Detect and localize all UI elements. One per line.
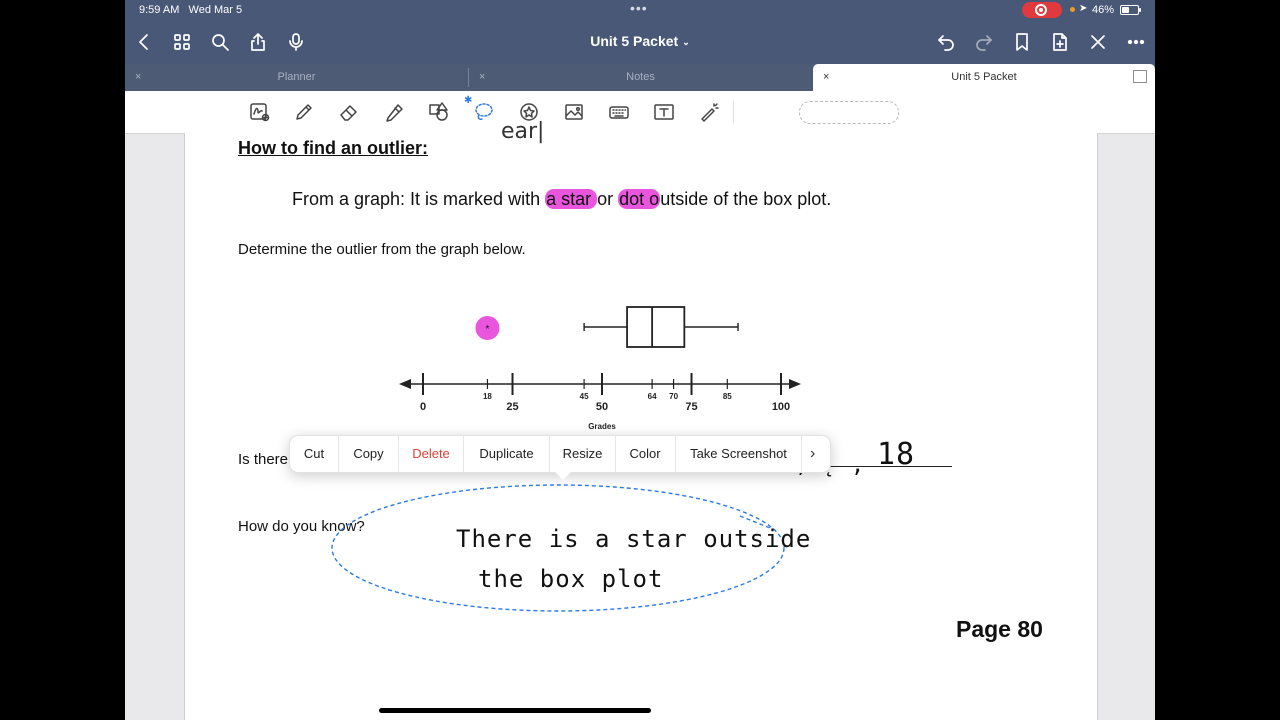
text-box-icon[interactable] xyxy=(651,100,677,124)
page-number: Page 80 xyxy=(956,616,1043,642)
highlighter-icon[interactable] xyxy=(381,100,407,124)
minor-tick-label: 18 xyxy=(483,392,492,401)
mic-in-use-indicator xyxy=(1070,7,1075,12)
menu-copy[interactable]: Copy xyxy=(339,436,398,472)
favorite-color-slot[interactable] xyxy=(799,101,899,124)
major-tick-label: 50 xyxy=(596,401,608,413)
menu-more-chevron-icon[interactable]: › xyxy=(810,436,815,472)
question-outlier: Is there xyxy=(238,451,289,468)
image-icon[interactable] xyxy=(561,100,587,124)
redo-icon[interactable] xyxy=(973,31,995,53)
prompt-line: Determine the outlier from the graph bel… xyxy=(238,241,526,258)
battery-icon xyxy=(1120,5,1141,15)
more-icon[interactable] xyxy=(1125,31,1147,53)
tab-planner[interactable]: × Planner xyxy=(125,64,468,91)
close-tab-icon[interactable]: × xyxy=(823,64,829,91)
screen-recording-indicator[interactable] xyxy=(1022,2,1062,18)
outlier-star: * xyxy=(485,324,489,335)
lasso-icon[interactable] xyxy=(471,100,497,124)
document-page[interactable]: ear| How to find an outlier: From a grap… xyxy=(184,119,1098,720)
menu-resize[interactable]: Resize xyxy=(550,436,615,472)
laser-pointer-icon[interactable] xyxy=(696,100,722,124)
shapes-icon[interactable] xyxy=(426,100,452,124)
menu-duplicate[interactable]: Duplicate xyxy=(464,436,549,472)
handwriting-fragment: ear| xyxy=(501,119,545,144)
close-tab-icon[interactable]: × xyxy=(479,64,485,91)
handwritten-note-line: the box plot xyxy=(478,565,664,593)
major-tick-label: 100 xyxy=(772,401,790,413)
pen-icon[interactable] xyxy=(291,100,317,124)
box-plot-chart: 0 25 50 75 100 18 45 64 70 85 Grades * xyxy=(399,306,801,431)
section-heading: How to find an outlier: xyxy=(238,138,428,158)
close-tab-icon[interactable]: × xyxy=(135,64,141,91)
bookmark-icon[interactable] xyxy=(1011,31,1033,53)
handwriting-icon[interactable] xyxy=(247,100,273,124)
x-axis-label: Grades xyxy=(588,422,616,431)
highlight: dot o xyxy=(618,189,661,209)
keyboard-icon[interactable] xyxy=(606,100,632,124)
lasso-context-menu: Cut Copy Delete Duplicate Resize Color T… xyxy=(289,435,831,480)
ipad-screen: 9:59 AM Wed Mar 5 ••• ➤ 46% Unit 5 Packe… xyxy=(125,0,1155,720)
menu-take-screenshot[interactable]: Take Screenshot xyxy=(676,436,801,472)
minor-tick-label: 85 xyxy=(723,392,732,401)
handwritten-note-line: There is a star outside xyxy=(456,525,812,553)
menu-caret xyxy=(554,471,572,480)
major-tick-label: 0 xyxy=(420,401,426,413)
multitasking-dots-icon[interactable]: ••• xyxy=(630,0,648,16)
add-page-icon[interactable] xyxy=(1049,31,1071,53)
axis-arrow-left xyxy=(399,379,411,389)
undo-icon[interactable] xyxy=(935,31,957,53)
eraser-icon[interactable] xyxy=(336,100,362,124)
minor-tick-label: 64 xyxy=(648,392,657,401)
home-indicator[interactable] xyxy=(379,708,651,713)
menu-delete[interactable]: Delete xyxy=(399,436,463,472)
menu-color[interactable]: Color xyxy=(616,436,674,472)
status-time: 9:59 AM Wed Mar 5 xyxy=(139,4,243,16)
highlight: a star xyxy=(545,189,598,209)
minor-tick-label: 70 xyxy=(669,392,678,401)
major-tick-label: 75 xyxy=(685,401,697,413)
box xyxy=(626,306,686,348)
top-bar: 9:59 AM Wed Mar 5 ••• ➤ 46% Unit 5 Packe… xyxy=(125,0,1155,64)
close-icon[interactable] xyxy=(1087,31,1109,53)
axis-arrow-right xyxy=(789,379,801,389)
tab-unit-5-packet[interactable]: × Unit 5 Packet xyxy=(813,64,1155,91)
instruction-line: From a graph: It is marked with a star o… xyxy=(292,189,832,209)
minor-tick-label: 45 xyxy=(580,392,589,401)
battery-percent: 46% xyxy=(1092,4,1115,16)
annotation-toolbar: ✱ xyxy=(125,91,1155,134)
location-icon: ➤ xyxy=(1079,3,1088,14)
menu-cut[interactable]: Cut xyxy=(290,436,338,472)
document-title[interactable]: Unit 5 Packet ⌄ xyxy=(125,33,1155,49)
tab-notes[interactable]: × Notes xyxy=(469,64,812,91)
major-tick-label: 25 xyxy=(506,401,518,413)
split-view-icon[interactable] xyxy=(1133,70,1147,83)
tab-bar: × Planner × Notes × Unit 5 Packet xyxy=(125,64,1155,91)
